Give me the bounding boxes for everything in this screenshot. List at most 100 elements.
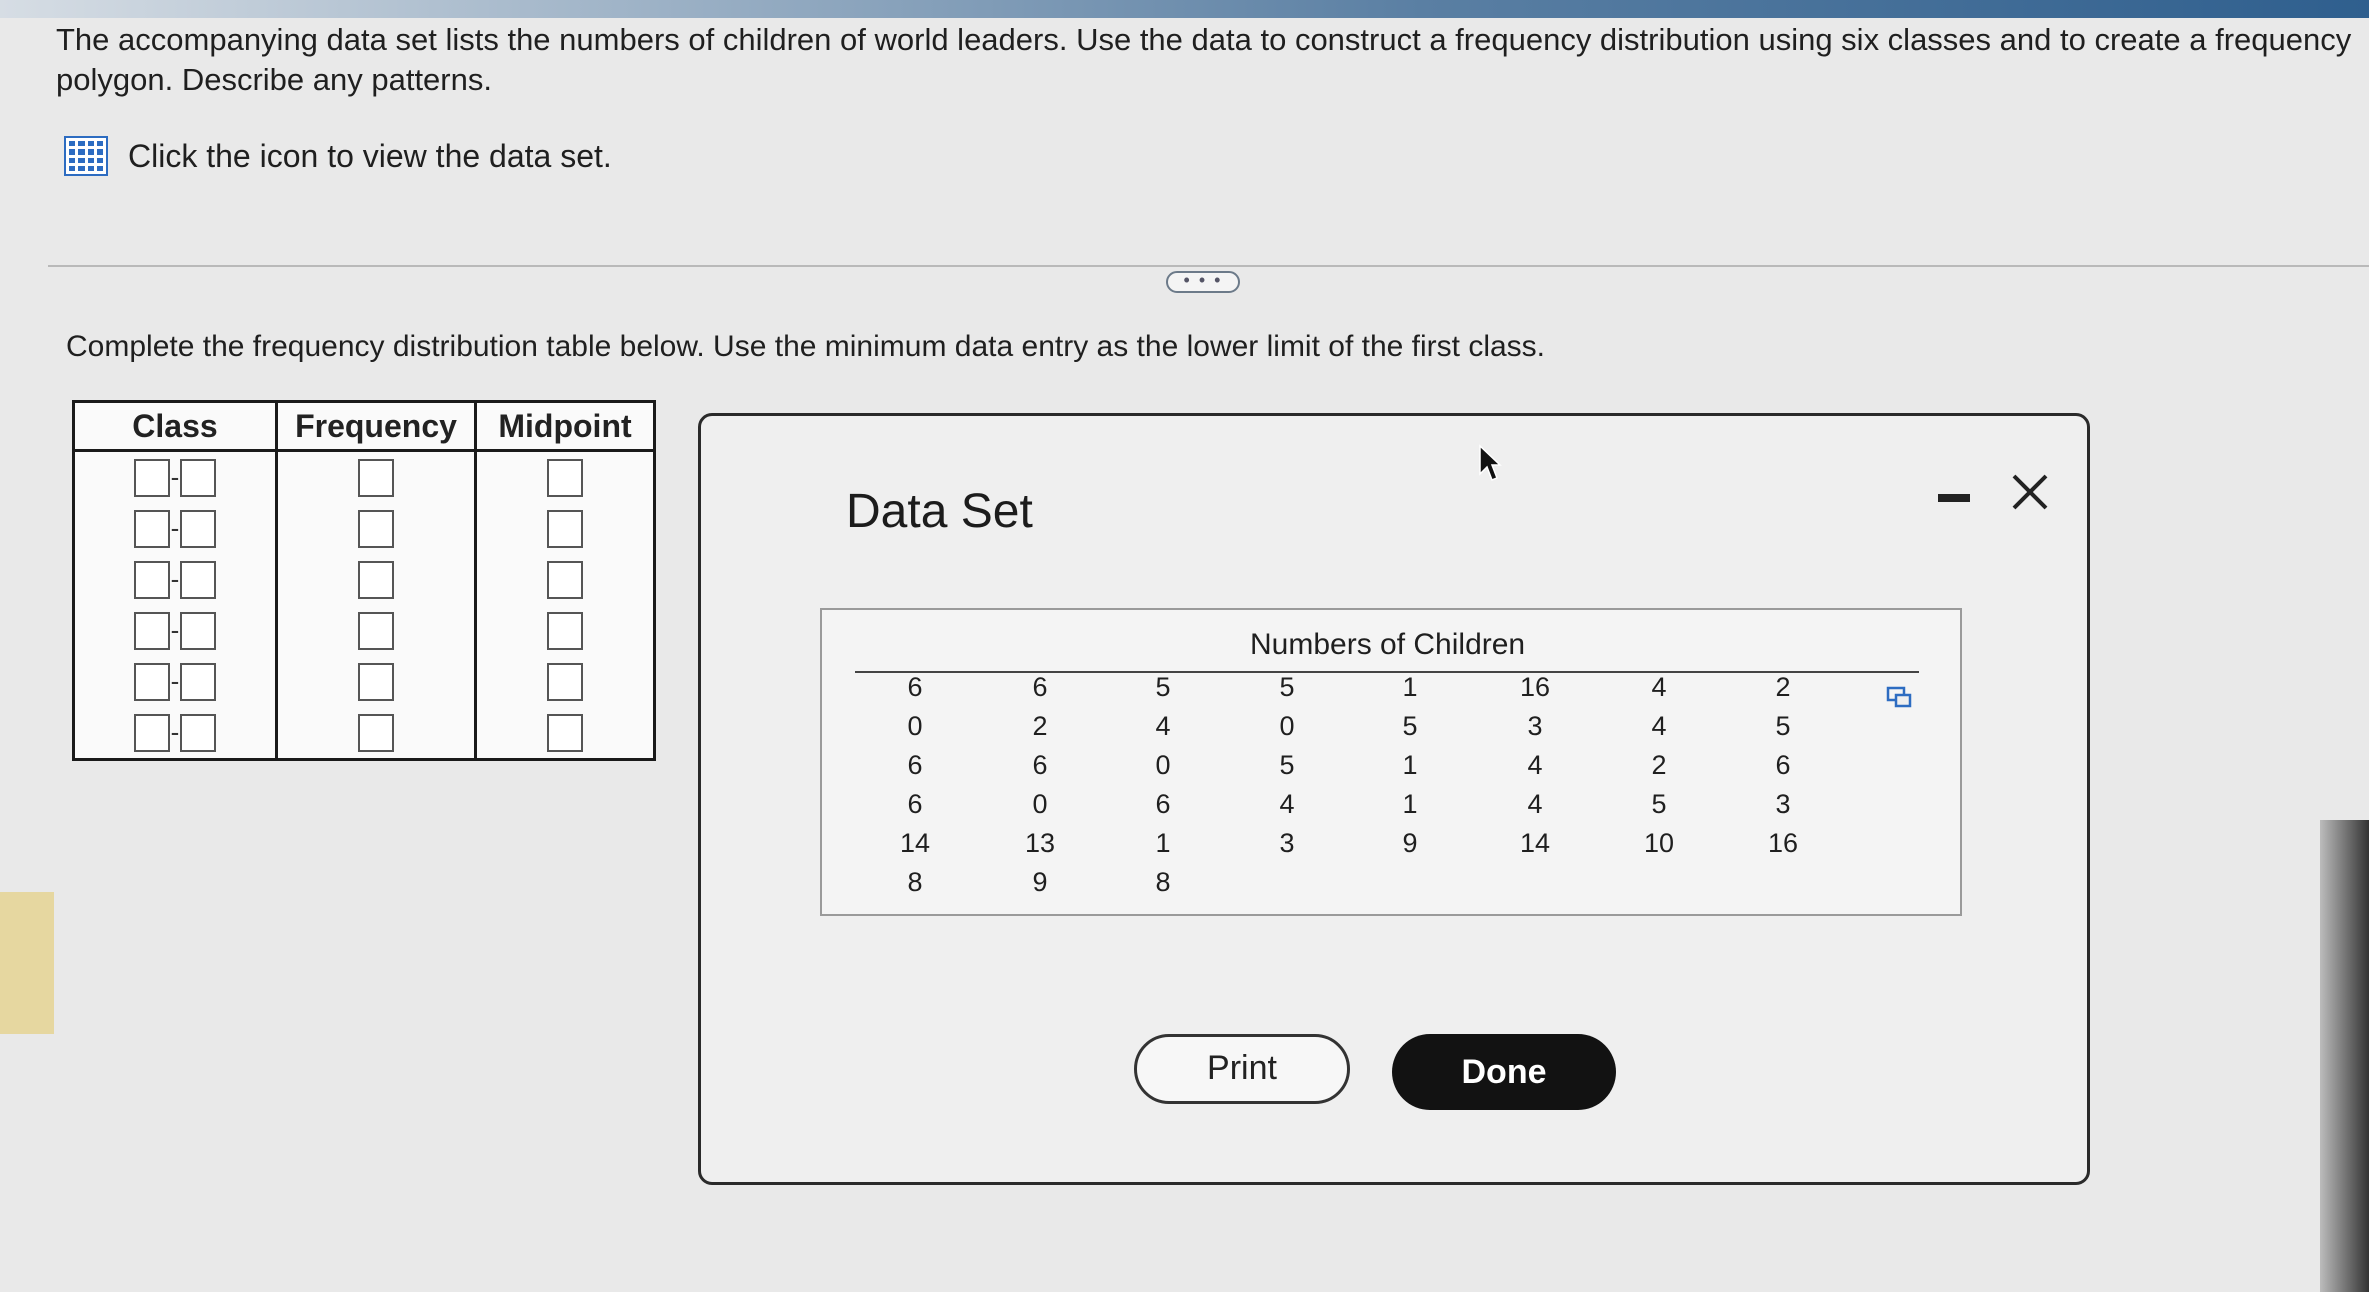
data-value: 4 [1155, 711, 1171, 741]
data-value: 0 [1155, 750, 1171, 780]
data-value: 8 [907, 867, 923, 897]
data-value: 6 [907, 672, 923, 702]
question-line-2: polygon. Describe any patterns. [56, 62, 492, 97]
midpoint-column [474, 450, 656, 761]
data-value: 5 [1651, 789, 1667, 819]
frequency-input[interactable] [358, 713, 394, 752]
frequency-input[interactable] [358, 509, 394, 548]
class-upper-limit-input[interactable] [180, 509, 216, 548]
data-value: 1 [1155, 828, 1171, 858]
data-column: 6 0 6 6 14 8 [870, 668, 960, 902]
data-column: 6 2 6 0 13 9 [995, 668, 1085, 902]
data-value: 0 [907, 711, 923, 741]
frequency-column [275, 450, 477, 761]
data-value: 10 [1643, 828, 1675, 858]
midpoint-row [477, 554, 653, 605]
grid-table-icon[interactable] [64, 136, 108, 176]
frequency-header: Frequency [275, 400, 477, 452]
data-value: 0 [1032, 789, 1048, 819]
data-column: 2 5 6 3 16 [1738, 668, 1828, 863]
frequency-row [278, 503, 474, 554]
class-upper-limit-input[interactable] [180, 662, 216, 701]
data-column: 4 4 2 5 10 [1614, 668, 1704, 863]
frequency-input[interactable] [358, 560, 394, 599]
midpoint-input[interactable] [547, 560, 583, 599]
class-lower-limit-input[interactable] [134, 611, 170, 650]
data-value: 14 [1519, 828, 1551, 858]
frequency-distribution-table: Class Frequency Midpoint - - - - - - [72, 400, 656, 761]
data-value: 5 [1775, 711, 1791, 741]
class-lower-limit-input[interactable] [134, 458, 170, 497]
class-dash: - [170, 564, 180, 594]
class-upper-limit-input[interactable] [180, 560, 216, 599]
close-icon[interactable] [2008, 470, 2052, 514]
data-value: 4 [1527, 750, 1543, 780]
data-value: 5 [1155, 672, 1171, 702]
view-data-set-label: Click the icon to view the data set. [128, 137, 612, 174]
midpoint-input[interactable] [547, 713, 583, 752]
frequency-input[interactable] [358, 611, 394, 650]
midpoint-input[interactable] [547, 611, 583, 650]
data-value: 4 [1651, 711, 1667, 741]
expand-ellipsis-button[interactable]: • • • [1166, 271, 1240, 293]
data-value: 3 [1775, 789, 1791, 819]
data-column: 5 0 5 4 3 [1242, 668, 1332, 863]
frequency-input[interactable] [358, 662, 394, 701]
data-value: 0 [1279, 711, 1295, 741]
class-row: - [75, 656, 275, 707]
data-value: 6 [1032, 750, 1048, 780]
data-value: 2 [1032, 711, 1048, 741]
view-data-set-link[interactable]: Click the icon to view the data set. [64, 136, 612, 176]
data-value: 13 [1024, 828, 1056, 858]
class-upper-limit-input[interactable] [180, 458, 216, 497]
data-value: 14 [899, 828, 931, 858]
class-lower-limit-input[interactable] [134, 713, 170, 752]
data-value: 1 [1402, 672, 1418, 702]
class-dash: - [170, 462, 180, 492]
midpoint-input[interactable] [547, 509, 583, 548]
screen-edge [2320, 820, 2369, 1292]
frequency-row [278, 452, 474, 503]
minimize-icon[interactable] [1938, 494, 1970, 502]
data-column: 16 3 4 4 14 [1490, 668, 1580, 863]
data-value: 16 [1767, 828, 1799, 858]
data-column: 5 4 0 6 1 8 [1118, 668, 1208, 902]
class-header: Class [72, 400, 278, 452]
question-text: The accompanying data set lists the numb… [56, 20, 2356, 100]
frequency-input[interactable] [358, 458, 394, 497]
class-row: - [75, 452, 275, 503]
data-value: 5 [1402, 711, 1418, 741]
done-button[interactable]: Done [1392, 1034, 1616, 1110]
class-upper-limit-input[interactable] [180, 713, 216, 752]
class-upper-limit-input[interactable] [180, 611, 216, 650]
class-row: - [75, 554, 275, 605]
data-value: 4 [1651, 672, 1667, 702]
question-line-1: The accompanying data set lists the numb… [56, 22, 2352, 57]
data-value: 8 [1155, 867, 1171, 897]
midpoint-row [477, 605, 653, 656]
frequency-row [278, 605, 474, 656]
class-row: - [75, 707, 275, 758]
data-value: 4 [1527, 789, 1543, 819]
mouse-pointer-icon [1479, 444, 1502, 481]
class-dash: - [170, 666, 180, 696]
frequency-row [278, 707, 474, 758]
midpoint-input[interactable] [547, 458, 583, 497]
midpoint-row [477, 707, 653, 758]
data-header: Numbers of Children [1250, 628, 1526, 661]
class-lower-limit-input[interactable] [134, 560, 170, 599]
frequency-row [278, 656, 474, 707]
class-lower-limit-input[interactable] [134, 662, 170, 701]
data-value: 1 [1402, 750, 1418, 780]
copy-icon[interactable] [1886, 686, 1912, 708]
dialog-title: Data Set [846, 485, 1033, 538]
data-value: 16 [1519, 672, 1551, 702]
print-button[interactable]: Print [1134, 1034, 1350, 1104]
data-value: 6 [1032, 672, 1048, 702]
midpoint-input[interactable] [547, 662, 583, 701]
section-divider [48, 265, 2369, 267]
data-value: 3 [1527, 711, 1543, 741]
data-value: 1 [1402, 789, 1418, 819]
class-lower-limit-input[interactable] [134, 509, 170, 548]
data-value: 6 [907, 750, 923, 780]
